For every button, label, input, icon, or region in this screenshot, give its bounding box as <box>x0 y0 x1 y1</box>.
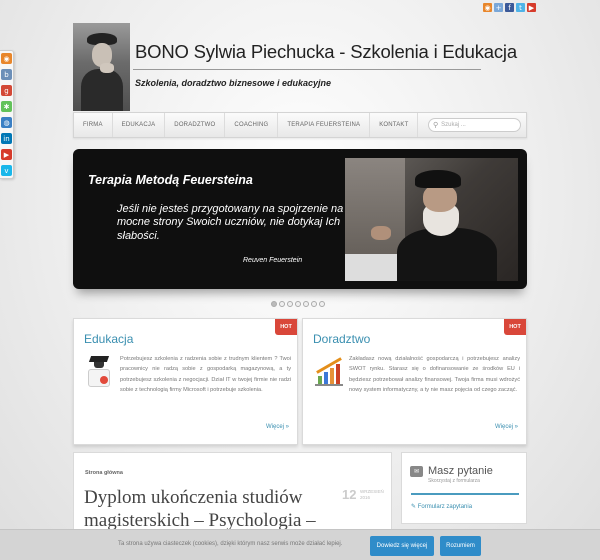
more-link[interactable]: Więcej » <box>495 424 518 430</box>
logo-portrait[interactable] <box>73 23 130 111</box>
rss-icon[interactable]: ◉ <box>1 53 12 64</box>
slide-photo <box>345 158 518 281</box>
nav-item-firma[interactable]: FIRMA <box>74 113 113 137</box>
cookie-bar: Ta strona używa ciasteczek (cookies), dz… <box>0 529 600 560</box>
slider-pagination <box>271 301 325 307</box>
nav-item-edukacja[interactable]: EDUKACJA <box>113 113 166 137</box>
chart-growth-icon <box>313 354 343 390</box>
globe-icon[interactable]: ◍ <box>1 117 12 128</box>
slider-dot[interactable] <box>279 301 285 307</box>
card-text: Zakładasz nową działalność gospodarczą i… <box>313 354 520 395</box>
delicious-icon[interactable]: ✱ <box>1 101 12 112</box>
slider-dot[interactable] <box>311 301 317 307</box>
slide-author: Reuven Feuerstein <box>243 257 303 264</box>
twitter-icon[interactable]: t <box>516 3 525 12</box>
slide-title: Terapia Metodą Feuersteina <box>88 173 253 187</box>
search-icon: ⚲ <box>433 121 439 129</box>
hero-slider[interactable]: Terapia Metodą Feuersteina Jeśli nie jes… <box>73 149 527 289</box>
linkedin-icon[interactable]: in <box>1 133 12 144</box>
inquiry-form-label: Formularz zapytania <box>417 504 473 510</box>
card-title[interactable]: Edukacja <box>84 332 133 346</box>
nav-item-doradztwo[interactable]: DORADZTWO <box>165 113 226 137</box>
hot-badge: HOT <box>504 319 526 335</box>
title-divider <box>133 69 481 70</box>
breadcrumb[interactable]: Strona główna <box>85 470 123 476</box>
card-title[interactable]: Doradztwo <box>313 332 370 346</box>
card-text: Potrzebujesz szkolenia z radzenia sobie … <box>84 354 291 395</box>
search-placeholder: Szukaj ... <box>441 122 466 128</box>
card-description: Potrzebujesz szkolenia z radzenia sobie … <box>120 356 291 394</box>
nav-item-terapia-feuersteina[interactable]: TERAPIA FEUERSTEINA <box>278 113 371 137</box>
widget-divider <box>411 493 519 495</box>
left-social-bar: ◉ b g ✱ ◍ in ▶ v <box>0 50 14 179</box>
share-icon[interactable]: + <box>494 3 503 12</box>
nav-item-coaching[interactable]: COACHING <box>225 113 279 137</box>
nav-item-kontakt[interactable]: KONTAKT <box>370 113 419 137</box>
chat-icon: ✉ <box>410 466 423 477</box>
slide-quote: Jeśli nie jesteś przygotowany na spojrze… <box>117 203 344 242</box>
top-social-icons: ◉ + f t ▶ <box>483 3 536 12</box>
site-tagline: Szkolenia, doradztwo biznesowe i edukacy… <box>135 78 332 88</box>
card-description: Zakładasz nową działalność gospodarczą i… <box>349 356 520 394</box>
vimeo-icon[interactable]: v <box>1 165 12 176</box>
search-input[interactable]: ⚲ Szukaj ... <box>428 118 521 132</box>
inquiry-form-link[interactable]: ✎ Formularz zapytania <box>411 503 472 510</box>
site-title[interactable]: BONO Sylwia Piechucka - Szkolenia i Eduk… <box>135 41 517 63</box>
card-doradztwo: Doradztwo HOT Zakładasz nową działalność… <box>302 318 527 445</box>
accept-cookies-button[interactable]: Rozumiem <box>440 536 481 556</box>
slider-dot[interactable] <box>319 301 325 307</box>
learn-more-button[interactable]: Dowiedz się więcej <box>370 536 434 556</box>
graduation-icon <box>84 354 114 390</box>
slider-dot[interactable] <box>295 301 301 307</box>
youtube-icon[interactable]: ▶ <box>1 149 12 160</box>
blogger-icon[interactable]: b <box>1 69 12 80</box>
hot-badge: HOT <box>275 319 297 335</box>
widget-title: Masz pytanie <box>428 465 493 477</box>
card-edukacja: Edukacja HOT Potrzebujesz szkolenia z ra… <box>73 318 298 445</box>
question-widget: ✉ Masz pytanie Skorzystaj z formularza ✎… <box>401 452 527 524</box>
edit-icon: ✎ <box>411 503 417 510</box>
cookie-text: Ta strona używa ciasteczek (cookies), dz… <box>118 541 343 547</box>
google-plus-icon[interactable]: g <box>1 85 12 96</box>
widget-subtitle: Skorzystaj z formularza <box>428 478 480 484</box>
facebook-icon[interactable]: f <box>505 3 514 12</box>
more-link[interactable]: Więcej » <box>266 424 289 430</box>
rss-icon[interactable]: ◉ <box>483 3 492 12</box>
slider-dot[interactable] <box>303 301 309 307</box>
main-nav: FIRMA EDUKACJA DORADZTWO COACHING TERAPI… <box>73 112 527 138</box>
slider-dot[interactable] <box>271 301 277 307</box>
slider-dot[interactable] <box>287 301 293 307</box>
youtube-icon[interactable]: ▶ <box>527 3 536 12</box>
